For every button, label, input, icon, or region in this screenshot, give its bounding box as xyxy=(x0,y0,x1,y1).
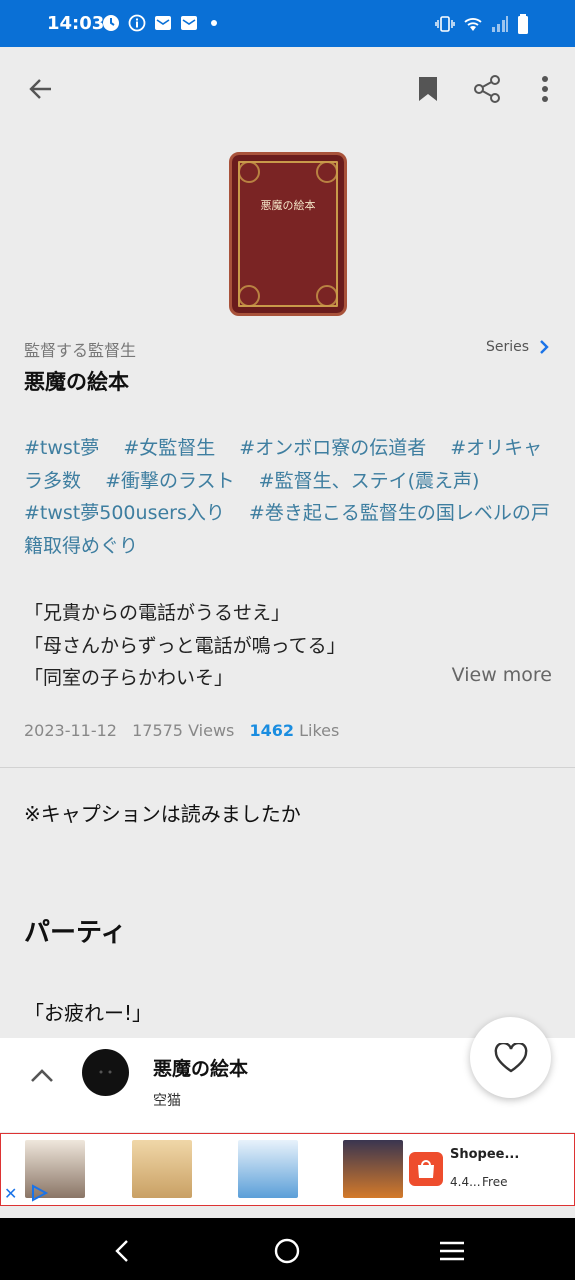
app-bar xyxy=(0,47,575,131)
likes-count: 1462 xyxy=(249,721,294,740)
series-link[interactable]: Series xyxy=(486,339,549,355)
view-more-button[interactable]: View more xyxy=(452,664,552,686)
sync-icon xyxy=(103,15,119,31)
chevron-up-icon[interactable] xyxy=(28,1062,56,1090)
ornament xyxy=(316,285,338,307)
adchoices-icon[interactable] xyxy=(29,1184,49,1202)
status-time: 14:03 xyxy=(47,13,105,34)
cover-title: 悪魔の絵本 xyxy=(260,199,316,212)
ad-product-image[interactable] xyxy=(238,1140,298,1198)
bookmark-icon xyxy=(419,77,437,101)
nav-recents-button[interactable] xyxy=(437,1236,467,1266)
share-button[interactable] xyxy=(469,71,505,107)
caption-line: 「母さんからずっと電話が鳴ってる」 xyxy=(24,634,346,657)
body-text: 「お疲れー!」 xyxy=(24,1001,153,1025)
ad-shop-name[interactable]: Shopee... xyxy=(450,1147,519,1162)
dot-icon xyxy=(211,20,217,26)
shopping-bag-icon xyxy=(418,1160,434,1178)
view-count: 17575 Views xyxy=(132,721,235,740)
caption-line: 「兄貴からの電話がうるせえ」 xyxy=(24,602,291,624)
series-label: Series xyxy=(485,339,529,355)
tag-list: #twst夢 #女監督生 #オンボロ寮の伝道者 #オリキャラ多数 #衝撃のラスト… xyxy=(24,432,554,562)
arrow-left-icon xyxy=(29,79,51,99)
ornament xyxy=(238,161,260,183)
series-name[interactable]: 監督する監督生 xyxy=(24,337,136,361)
wifi-icon xyxy=(464,18,482,31)
ad-close-icon[interactable]: ✕ xyxy=(4,1184,17,1203)
signal-icon xyxy=(492,16,508,32)
vibrate-icon xyxy=(435,16,455,32)
bottom-title[interactable]: 悪魔の絵本 xyxy=(153,1054,248,1081)
more-button[interactable] xyxy=(527,71,563,107)
share-icon xyxy=(474,75,500,103)
shopee-logo[interactable] xyxy=(409,1152,443,1186)
nav-menu-icon xyxy=(440,1241,464,1261)
divider xyxy=(0,767,575,768)
ad-price: Free xyxy=(482,1175,508,1189)
back-button[interactable] xyxy=(23,71,59,107)
nav-home-button[interactable] xyxy=(272,1236,302,1266)
tag[interactable]: #衝撃のラスト xyxy=(105,470,235,492)
tag[interactable]: #twst夢 xyxy=(24,437,99,459)
heart-icon xyxy=(494,1042,527,1072)
tag[interactable]: #女監督生 xyxy=(123,437,215,459)
cat-icon xyxy=(99,1070,112,1074)
ad-rating: 4.4... xyxy=(450,1175,481,1189)
caption: 「兄貴からの電話がうるせえ」 「母さんからずっと電話が鳴ってる」 「同室の子らか… xyxy=(24,597,346,695)
mail-icon xyxy=(181,16,197,30)
system-nav-bar xyxy=(0,1218,575,1280)
ad-banner[interactable]: Shopee... 4.4... Free ✕ xyxy=(0,1133,575,1206)
cover-image[interactable]: 悪魔の絵本 xyxy=(229,152,347,316)
ad-product-image[interactable] xyxy=(132,1140,192,1198)
section-heading: パーティ xyxy=(24,918,127,948)
mail-icon xyxy=(155,16,171,30)
like-button[interactable] xyxy=(470,1017,551,1098)
bookmark-button[interactable] xyxy=(410,71,446,107)
post-date: 2023-11-12 xyxy=(24,721,117,740)
nav-home-icon xyxy=(274,1238,300,1264)
nav-back-icon xyxy=(115,1240,128,1262)
nav-back-button[interactable] xyxy=(107,1236,137,1266)
more-vertical-icon xyxy=(542,76,548,102)
status-bar: 14:03 xyxy=(0,0,575,47)
ornament xyxy=(238,285,260,307)
body-text: ※キャプションは読みましたか xyxy=(24,802,301,826)
likes-label: Likes xyxy=(299,721,340,740)
tag[interactable]: #twst夢500users入り xyxy=(24,502,225,524)
work-meta: 2023-11-12 17575 Views 1462 Likes xyxy=(24,721,339,740)
caption-line: 「同室の子らかわいそ」 xyxy=(24,667,234,689)
tag[interactable]: #オンボロ寮の伝道者 xyxy=(239,437,426,459)
info-icon xyxy=(128,14,146,32)
tag[interactable]: #監督生、ステイ(震え声) xyxy=(259,470,480,492)
ornament xyxy=(316,161,338,183)
author-avatar[interactable] xyxy=(82,1049,129,1096)
ad-product-image[interactable] xyxy=(343,1140,403,1198)
author-name[interactable]: 空猫 xyxy=(153,1090,181,1110)
chevron-right-icon xyxy=(540,340,549,354)
work-title: 悪魔の絵本 xyxy=(24,370,129,394)
battery-icon xyxy=(518,14,528,34)
